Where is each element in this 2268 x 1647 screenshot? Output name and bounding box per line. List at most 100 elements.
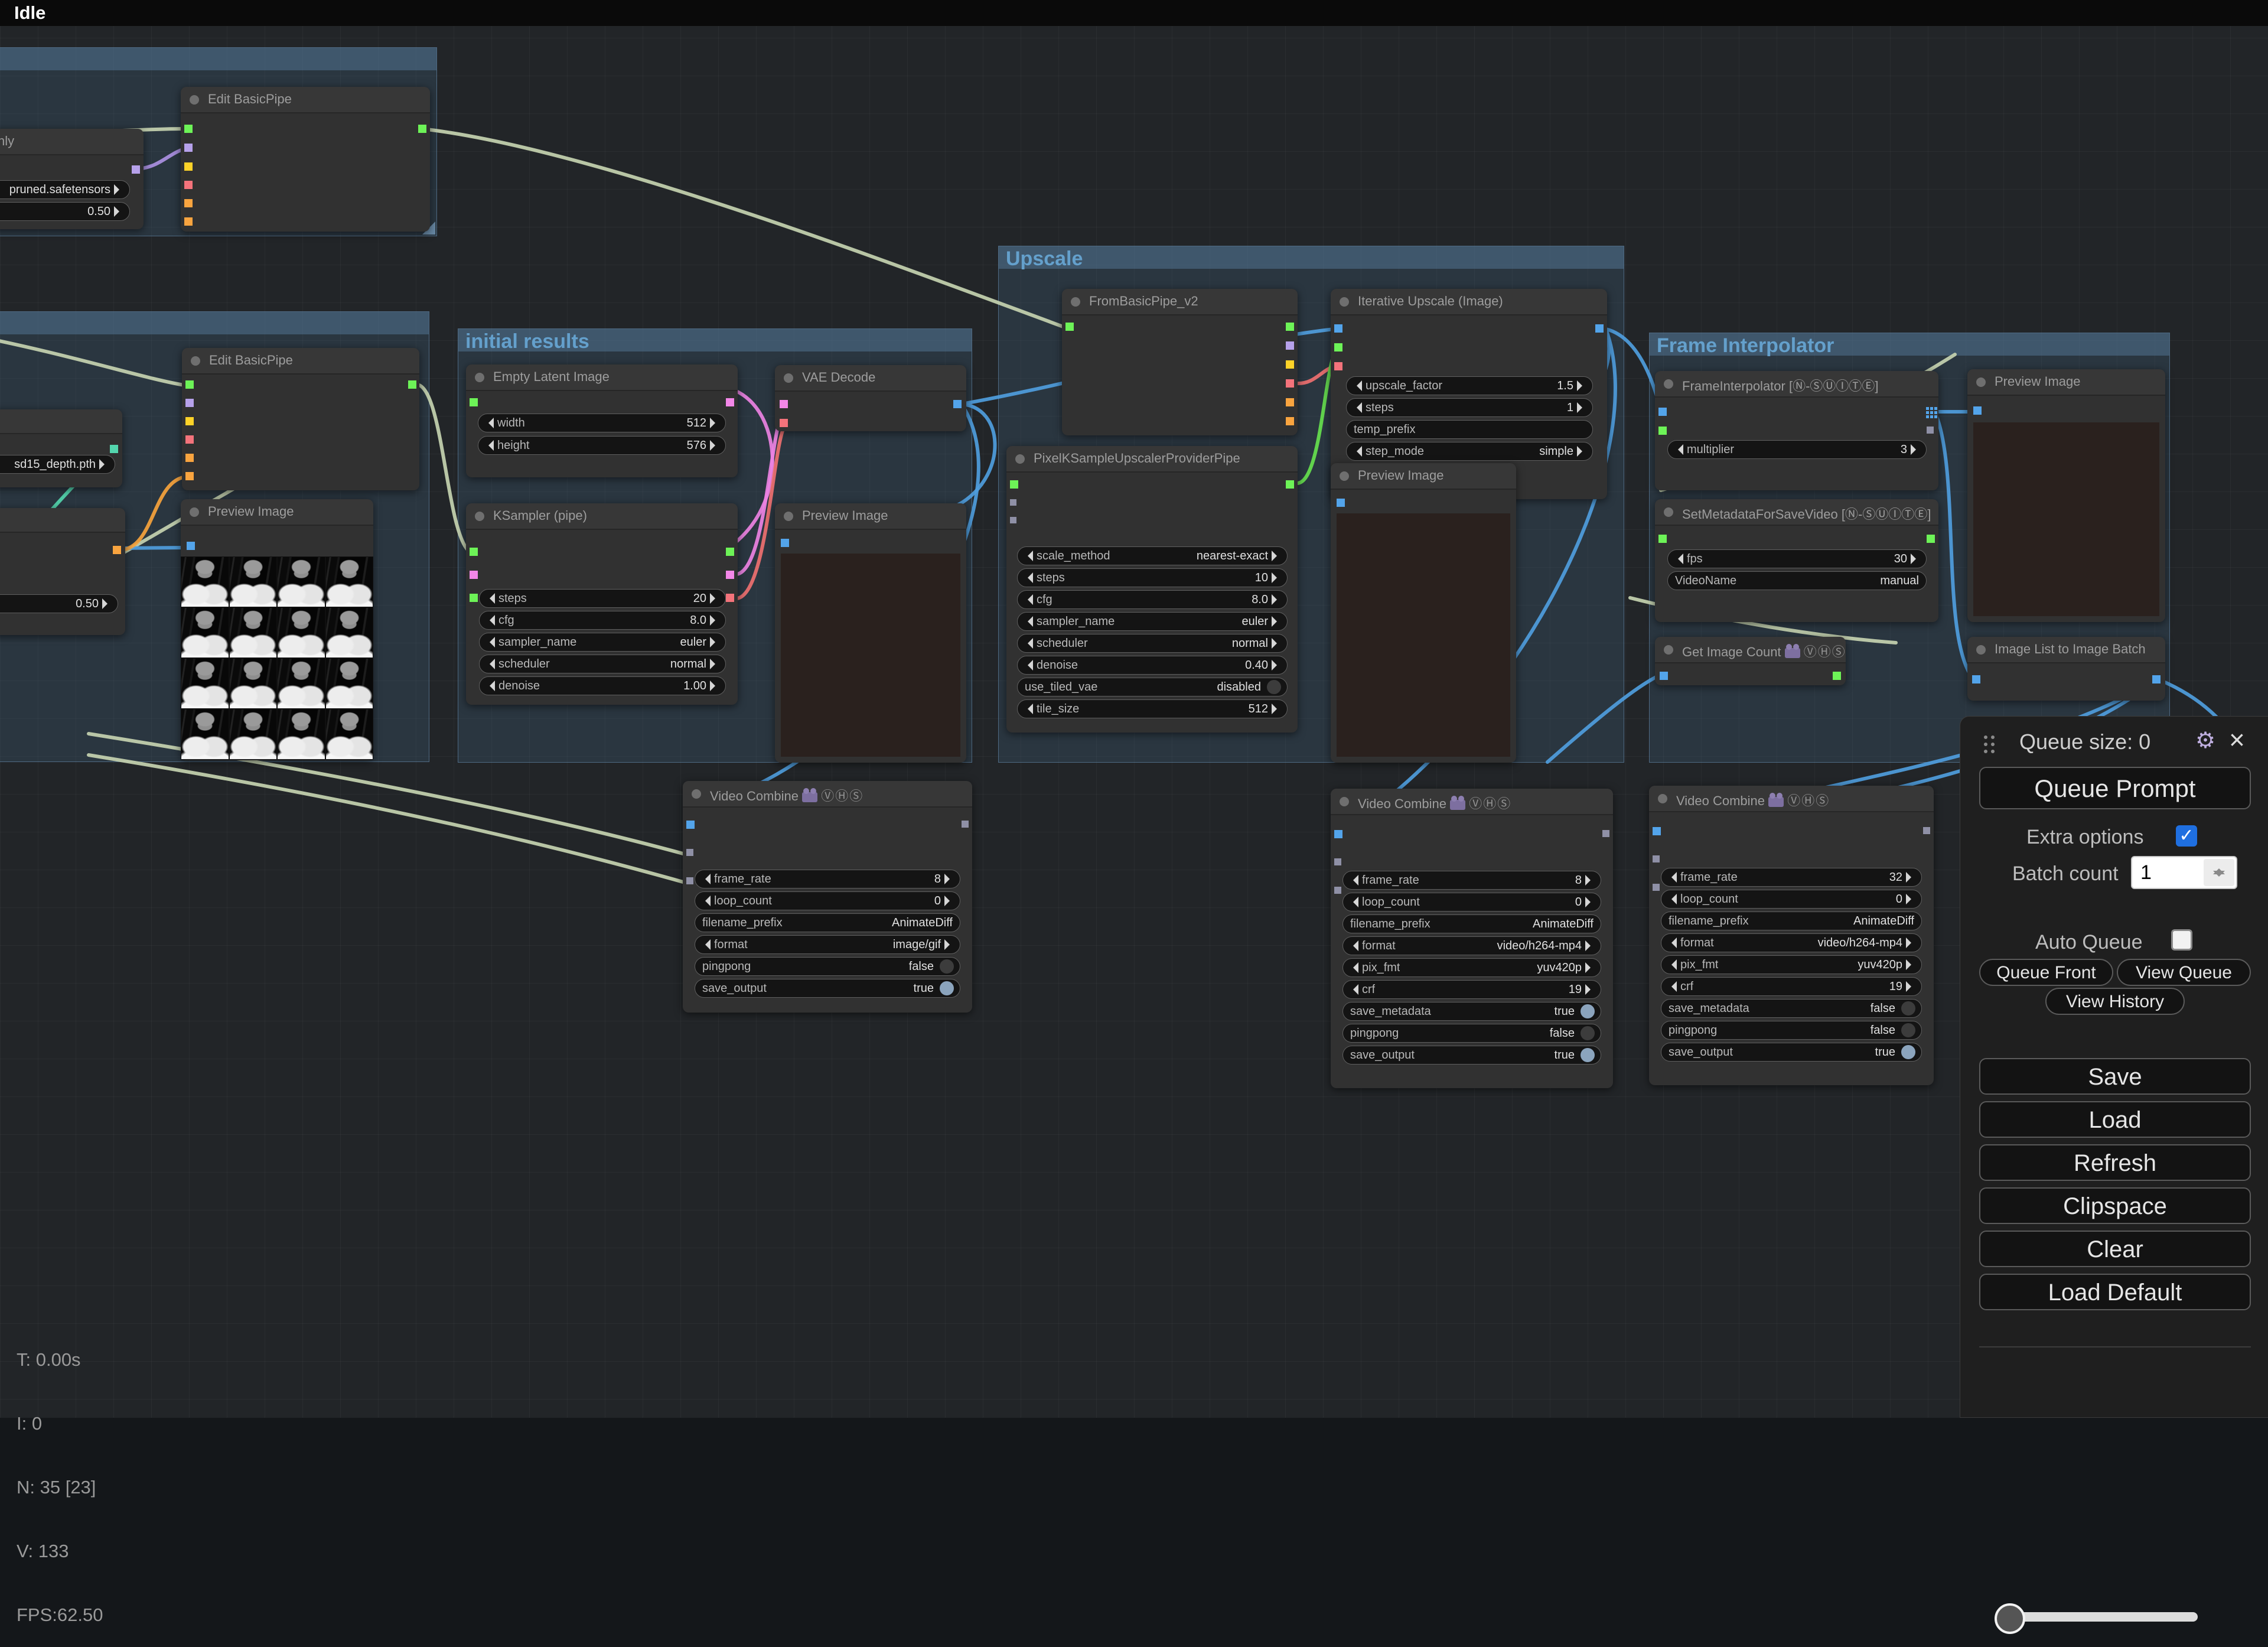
input-slot-audio[interactable]: [1653, 855, 1660, 862]
increment-arrow[interactable]: [1272, 616, 1282, 627]
decrement-arrow[interactable]: [484, 637, 495, 647]
load-button[interactable]: Load: [1979, 1101, 2251, 1138]
widget-format[interactable]: format video/h264-mp4: [1342, 936, 1601, 955]
widget-frame-rate[interactable]: frame_rate 8: [1342, 871, 1601, 890]
increment-arrow[interactable]: [1911, 444, 1921, 455]
input-slot-seed[interactable]: [470, 594, 478, 602]
collapse-dot[interactable]: [1340, 797, 1349, 806]
output-slot-count[interactable]: [1833, 672, 1841, 680]
batch-count-slider[interactable]: [2006, 1612, 2198, 1622]
queue-front-button[interactable]: Queue Front: [1979, 959, 2113, 986]
input-slot-optional-2[interactable]: [1010, 517, 1016, 523]
decrement-arrow[interactable]: [1022, 616, 1033, 627]
increment-arrow[interactable]: [710, 659, 721, 669]
widget-steps[interactable]: steps 10: [1017, 568, 1288, 587]
input-slot-images[interactable]: [1658, 408, 1667, 416]
widget-fps[interactable]: fps 30: [1667, 549, 1927, 568]
increment-arrow[interactable]: [1272, 572, 1282, 583]
decrement-arrow[interactable]: [1666, 894, 1677, 904]
output-slot-negative[interactable]: [1286, 417, 1294, 425]
decrement-arrow[interactable]: [483, 418, 494, 428]
collapse-dot[interactable]: [1976, 645, 1986, 655]
input-slot-images[interactable]: [1973, 406, 1982, 415]
collapse-dot[interactable]: [190, 507, 199, 517]
save-button[interactable]: Save: [1979, 1058, 2251, 1095]
increment-arrow[interactable]: [710, 681, 721, 691]
input-slot-batch-manager[interactable]: [686, 877, 693, 884]
node-edit-basicpipe-2[interactable]: Edit BasicPipe: [182, 348, 419, 490]
input-slot-images[interactable]: [1972, 675, 1980, 683]
decrement-arrow[interactable]: [483, 440, 494, 451]
input-slot-images[interactable]: [1337, 499, 1345, 507]
queue-prompt-button[interactable]: Queue Prompt: [1979, 767, 2251, 809]
decrement-arrow[interactable]: [1673, 444, 1683, 455]
widget-video-name[interactable]: VideoName manual: [1667, 571, 1927, 590]
decrement-arrow[interactable]: [1666, 872, 1677, 883]
decrement-arrow[interactable]: [700, 874, 711, 884]
widget-pix-fmt[interactable]: pix_fmt yuv420p: [1661, 955, 1922, 974]
increment-arrow[interactable]: [944, 896, 955, 906]
input-slot-optional-1[interactable]: [1010, 499, 1016, 506]
toggle-on[interactable]: [1581, 1004, 1595, 1018]
widget-frame-rate[interactable]: frame_rate 32: [1661, 868, 1922, 887]
output-slot-controlnet[interactable]: [110, 445, 118, 453]
increment-arrow[interactable]: [1906, 872, 1917, 883]
input-slot-samples[interactable]: [780, 400, 788, 408]
toggle-off[interactable]: [1581, 1026, 1595, 1040]
node-empty-latent-image[interactable]: Empty Latent Image width 512 height 576: [466, 364, 738, 477]
node-frame-interpolator[interactable]: FrameInterpolator [Ⓝ-ⓈⓊⒾⓉⒺ] multiplier 3: [1655, 371, 1938, 490]
input-slot-basic-pipe[interactable]: [184, 125, 193, 133]
toggle-on[interactable]: [1581, 1048, 1595, 1062]
batch-count-input[interactable]: 1: [2131, 856, 2237, 889]
increment-arrow[interactable]: [1585, 875, 1596, 886]
input-slot-images[interactable]: [187, 542, 195, 550]
input-slot-latent[interactable]: [470, 571, 478, 579]
spinner[interactable]: [2204, 859, 2234, 886]
widget-frame-rate[interactable]: frame_rate 8: [695, 870, 960, 888]
decrement-arrow[interactable]: [1022, 594, 1033, 605]
output-slot-clip[interactable]: [132, 165, 140, 174]
input-slot-metadata[interactable]: [1658, 535, 1667, 543]
input-slot-images[interactable]: [1334, 830, 1342, 838]
increment-arrow[interactable]: [1911, 554, 1921, 564]
load-default-button[interactable]: Load Default: [1979, 1274, 2251, 1310]
decrement-arrow[interactable]: [1673, 554, 1683, 564]
input-slot-audio[interactable]: [686, 849, 693, 856]
widget-ckpt-name[interactable]: pruned.safetensors: [0, 180, 130, 199]
decrement-arrow[interactable]: [1666, 981, 1677, 992]
output-slot-image-batch[interactable]: [2152, 675, 2161, 683]
widget-format[interactable]: format video/h264-mp4: [1661, 933, 1922, 952]
refresh-button[interactable]: Refresh: [1979, 1144, 2251, 1181]
input-slot-batch-manager[interactable]: [1653, 884, 1660, 891]
extra-options-checkbox[interactable]: ✓: [2176, 825, 2197, 847]
view-history-button[interactable]: View History: [2045, 988, 2185, 1015]
collapse-dot[interactable]: [784, 512, 793, 521]
toggle-off[interactable]: [940, 959, 954, 974]
output-slot-image-grid[interactable]: [1926, 407, 1929, 410]
widget-denoise[interactable]: denoise 1.00: [479, 676, 726, 695]
decrement-arrow[interactable]: [484, 615, 495, 626]
input-slot-images[interactable]: [1660, 672, 1668, 680]
input-slot-images[interactable]: [781, 539, 789, 547]
widget-scale-method[interactable]: scale_method nearest-exact: [1017, 546, 1288, 565]
decrement-arrow[interactable]: [1022, 551, 1033, 561]
widget-save-output[interactable]: save_output true: [1661, 1043, 1922, 1062]
collapse-dot[interactable]: [1664, 645, 1673, 655]
decrement-arrow[interactable]: [484, 681, 495, 691]
drag-handle-icon[interactable]: [1984, 735, 1987, 739]
increment-arrow[interactable]: [114, 206, 125, 217]
node-pixelksample-upscaler[interactable]: PixelKSampleUpscalerProviderPipe scale_m…: [1006, 446, 1298, 733]
node-preview-image-initial[interactable]: Preview Image: [775, 503, 966, 763]
widget-step-mode[interactable]: step_mode simple: [1346, 442, 1593, 461]
widget-scheduler[interactable]: scheduler normal: [1017, 634, 1288, 653]
node-image-list-to-batch[interactable]: Image List to Image Batch: [1967, 637, 2165, 701]
node-strength-partial[interactable]: 0.50: [0, 508, 125, 635]
decrement-arrow[interactable]: [1351, 402, 1362, 413]
increment-arrow[interactable]: [944, 874, 955, 884]
input-slot-negative[interactable]: [185, 472, 194, 480]
collapse-dot[interactable]: [475, 512, 484, 521]
output-slot-upscaler[interactable]: [1286, 480, 1294, 489]
widget-height[interactable]: height 576: [478, 436, 726, 455]
output-slot-basic-pipe[interactable]: [726, 548, 734, 556]
decrement-arrow[interactable]: [484, 593, 495, 604]
